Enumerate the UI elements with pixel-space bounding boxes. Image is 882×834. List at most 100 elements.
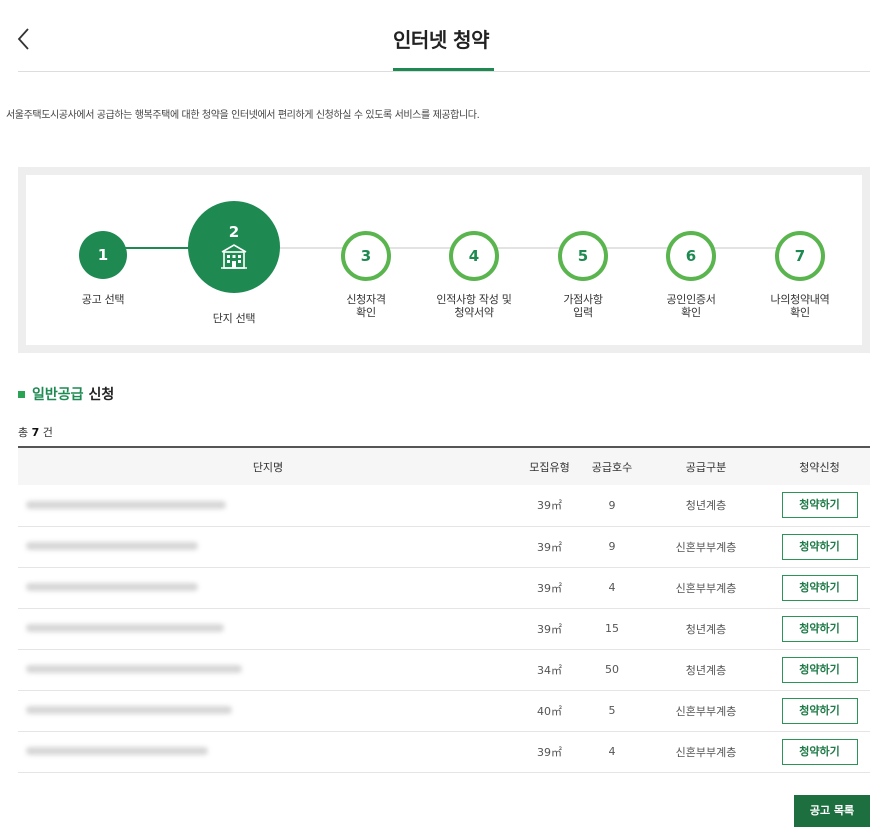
cell-category: 신혼부부계층 <box>675 704 737 718</box>
table-row: 39㎡ 4 신혼부부계층 청약하기 <box>18 731 870 772</box>
cell-units: 5 <box>608 704 616 717</box>
table-row: 39㎡ 15 청년계층 청약하기 <box>18 608 870 649</box>
step-indicator-inner: 1 공고 선택 2 단지 선택 3 신청자격 확인 4 인적사항 작성 및 청약… <box>26 175 862 345</box>
apply-button[interactable]: 청약하기 <box>781 656 858 683</box>
cell-type: 34㎡ <box>537 663 562 677</box>
section-title: 일반공급 신청 <box>18 384 114 404</box>
complex-name-redacted <box>18 526 518 567</box>
table-header-row: 단지명 모집유형 공급호수 공급구분 청약신청 <box>18 447 870 485</box>
step-7-circle: 7 <box>775 231 825 281</box>
cell-category: 신혼부부계층 <box>675 540 737 554</box>
step-2-circle: 2 <box>188 201 280 293</box>
header: 인터넷 청약 <box>0 0 882 72</box>
cell-type: 39㎡ <box>537 499 562 513</box>
step-7-label-line1: 나의청약내역 <box>770 293 830 306</box>
step-6-label: 공인인증서 확인 <box>641 293 741 319</box>
apply-button[interactable]: 청약하기 <box>781 574 858 601</box>
step-3-label: 신청자격 확인 <box>316 293 416 319</box>
intro-text: 서울주택도시공사에서 공급하는 행복주택에 대한 청약을 인터넷에서 편리하게 … <box>6 110 480 121</box>
complex-name-redacted <box>18 690 518 731</box>
cell-apply: 청약하기 <box>769 608 870 649</box>
cell-type: 39㎡ <box>537 745 562 759</box>
apply-button[interactable]: 청약하기 <box>781 492 858 519</box>
step-4-label: 인적사항 작성 및 청약서약 <box>414 293 534 319</box>
step-3-number: 3 <box>360 247 372 265</box>
cell-units: 50 <box>605 663 619 676</box>
cell-apply: 청약하기 <box>769 485 870 526</box>
cell-type: 40㎡ <box>537 704 562 718</box>
cell-type: 39㎡ <box>537 622 562 636</box>
count-suffix: 건 <box>42 426 53 439</box>
cell-category: 신혼부부계층 <box>675 745 737 759</box>
apply-button[interactable]: 청약하기 <box>781 738 858 765</box>
step-3-label-line1: 신청자격 <box>346 293 386 306</box>
header-apply: 청약신청 <box>799 460 840 474</box>
cell-type: 39㎡ <box>537 540 562 554</box>
section-title-green: 일반공급 <box>32 387 84 403</box>
step-5-circle: 5 <box>558 231 608 281</box>
step-5-number: 5 <box>577 247 589 265</box>
section-title-rest: 신청 <box>88 387 115 403</box>
cell-units: 9 <box>608 540 616 553</box>
cell-apply: 청약하기 <box>769 567 870 608</box>
step-5-label-line1: 가점사항 <box>563 293 603 306</box>
page-title: 인터넷 청약 <box>393 28 489 52</box>
table-row: 34㎡ 50 청년계층 청약하기 <box>18 649 870 690</box>
step-4-number: 4 <box>468 247 480 265</box>
complex-name-redacted <box>18 567 518 608</box>
cell-apply: 청약하기 <box>769 649 870 690</box>
announcement-list-button[interactable]: 공고 목록 <box>794 795 870 827</box>
cell-units: 15 <box>605 622 619 635</box>
cell-units: 9 <box>608 498 616 512</box>
step-6-label-line2: 확인 <box>681 306 701 319</box>
step-7-number: 7 <box>794 247 806 265</box>
result-count: 총 7 건 <box>18 424 53 440</box>
cell-units: 4 <box>608 745 616 758</box>
complex-name-redacted <box>18 608 518 649</box>
step-4-circle: 4 <box>449 231 499 281</box>
step-1-label: 공고 선택 <box>81 293 125 306</box>
step-4-label-line2: 청약서약 <box>454 306 494 319</box>
step-3-label-line2: 확인 <box>356 306 376 319</box>
header-complex-name: 단지명 <box>252 460 284 474</box>
apply-button[interactable]: 청약하기 <box>781 697 858 724</box>
step-6-circle: 6 <box>666 231 716 281</box>
square-bullet-icon <box>18 390 25 398</box>
step-5-label: 가점사항 입력 <box>533 293 633 319</box>
step-6-number: 6 <box>685 247 697 265</box>
step-6-label-line1: 공인인증서 <box>666 293 716 306</box>
step-4-label-line1: 인적사항 작성 및 <box>436 293 512 306</box>
step-5-label-line2: 입력 <box>573 306 593 319</box>
header-units: 공급호수 <box>591 460 633 474</box>
complex-table: 단지명 모집유형 공급호수 공급구분 청약신청 39㎡ 9 청년계층 청약하기 … <box>18 446 870 773</box>
building-icon <box>221 243 247 269</box>
count-prefix: 총 <box>18 426 29 439</box>
step-3-circle: 3 <box>341 231 391 281</box>
apply-button[interactable]: 청약하기 <box>781 615 858 642</box>
cell-category: 신혼부부계층 <box>675 581 737 595</box>
complex-name-redacted <box>18 649 518 690</box>
step-1-number: 1 <box>97 246 109 264</box>
cell-category: 청년계층 <box>685 499 727 513</box>
step-7-label: 나의청약내역 확인 <box>750 293 850 319</box>
cell-units: 4 <box>608 581 616 594</box>
header-type: 모집유형 <box>529 460 570 474</box>
count-value: 7 <box>31 426 40 439</box>
step-7-label-line2: 확인 <box>790 306 810 319</box>
step-indicator: 1 공고 선택 2 단지 선택 3 신청자격 확인 4 인적사항 작성 및 청약… <box>18 167 870 353</box>
complex-name-redacted <box>18 731 518 772</box>
table-row: 40㎡ 5 신혼부부계층 청약하기 <box>18 690 870 731</box>
apply-button[interactable]: 청약하기 <box>781 533 858 560</box>
step-2-label: 단지 선택 <box>212 312 256 325</box>
table-row: 39㎡ 4 신혼부부계층 청약하기 <box>18 567 870 608</box>
cell-apply: 청약하기 <box>769 526 870 567</box>
step-1-circle: 1 <box>79 231 127 279</box>
step-2-number: 2 <box>228 222 240 241</box>
complex-name-redacted <box>18 485 518 526</box>
cell-apply: 청약하기 <box>769 690 870 731</box>
header-divider <box>18 71 870 72</box>
cell-category: 청년계층 <box>685 663 727 677</box>
cell-type: 39㎡ <box>537 581 562 595</box>
table-row: 39㎡ 9 신혼부부계층 청약하기 <box>18 526 870 567</box>
cell-apply: 청약하기 <box>769 731 870 772</box>
